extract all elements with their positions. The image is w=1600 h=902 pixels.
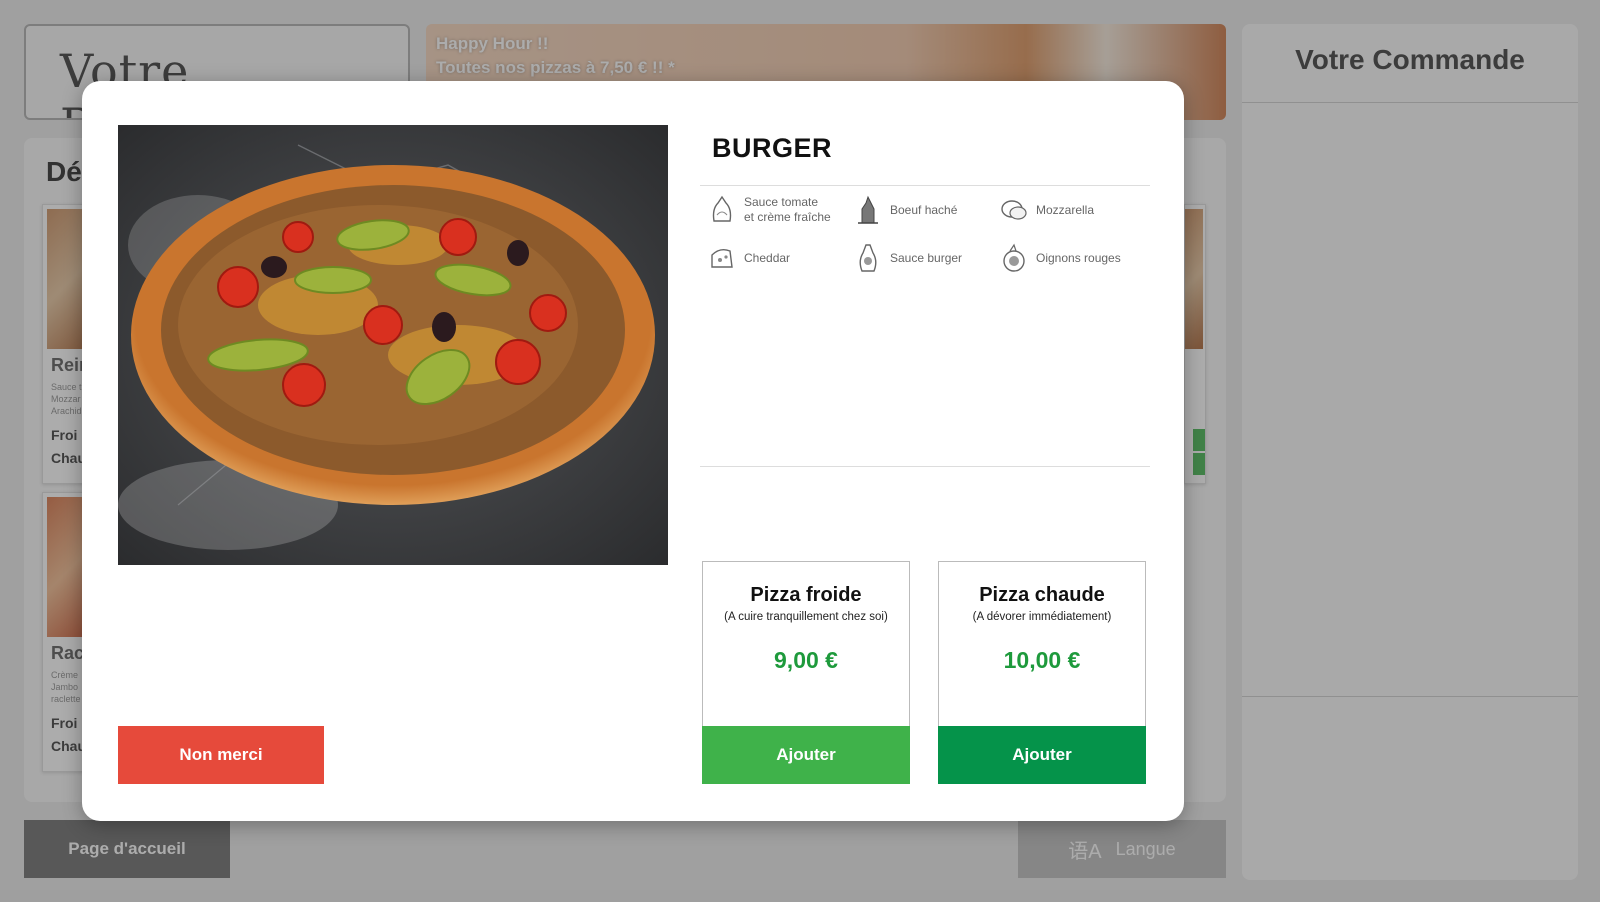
option-subtitle: (A cuire tranquillement chez soi): [724, 611, 888, 623]
pizza-image: [118, 125, 668, 565]
add-hot-pizza-button[interactable]: Ajouter: [938, 726, 1146, 784]
cold-pizza-option: Pizza froide (A cuire tranquillement che…: [702, 561, 910, 727]
ingredient-item: Oignons rouges: [1000, 243, 1150, 273]
divider: [700, 185, 1150, 186]
option-price: 10,00 €: [1003, 647, 1081, 673]
product-modal: BURGER Sauce tomate et crème fraîche Boe…: [82, 81, 1184, 821]
ingredient-label: Sauce tomate et crème fraîche: [744, 195, 831, 224]
ingredient-item: Boeuf haché: [854, 195, 1004, 225]
option-subtitle: (A dévorer immédiatement): [972, 611, 1112, 623]
ingredient-label: Cheddar: [744, 250, 791, 265]
beef-icon: [858, 195, 878, 224]
option-price: 9,00 €: [774, 647, 838, 673]
product-title: BURGER: [712, 133, 833, 163]
ingredient-item: Sauce tomate et crème fraîche: [708, 195, 858, 225]
ingredient-label: Boeuf haché: [890, 202, 958, 217]
divider: [700, 466, 1150, 467]
mozzarella-icon: [1001, 200, 1027, 220]
option-title: Pizza chaude: [979, 584, 1105, 606]
hot-pizza-option: Pizza chaude (A dévorer immédiatement) 1…: [938, 561, 1146, 727]
onion-icon: [1003, 243, 1025, 272]
option-title: Pizza froide: [750, 584, 862, 606]
ingredient-label: Oignons rouges: [1036, 250, 1121, 265]
pizza-photo: [118, 125, 668, 565]
ingredient-label: Mozzarella: [1036, 202, 1095, 217]
ingredient-item: Cheddar: [708, 243, 858, 273]
cheddar-icon: [711, 248, 733, 268]
ingredient-item: Sauce burger: [854, 243, 1004, 273]
sauce-icon: [712, 195, 732, 222]
burger-sauce-icon: [859, 244, 877, 272]
decline-button[interactable]: Non merci: [118, 726, 324, 784]
add-cold-pizza-button[interactable]: Ajouter: [702, 726, 910, 784]
ingredient-label: Sauce burger: [890, 250, 963, 265]
ingredient-item: Mozzarella: [1000, 195, 1150, 225]
